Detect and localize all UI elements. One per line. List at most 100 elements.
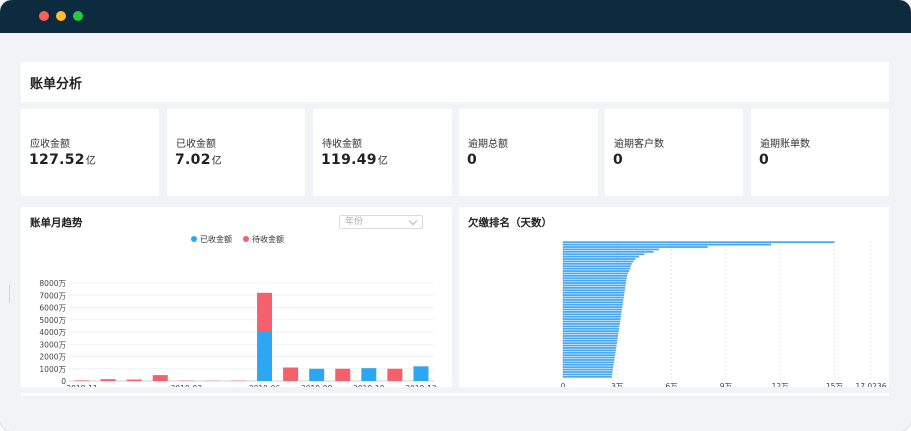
ranking-bar: [563, 291, 625, 294]
bar-pending: [126, 379, 142, 381]
kpi-value: 0: [759, 152, 770, 168]
y-tick-label: 1000万: [39, 365, 66, 374]
kpi-value: 127.52亿: [29, 152, 97, 168]
ranking-bar: [563, 335, 619, 337]
bar-pending: [387, 368, 403, 381]
kpi-card-overdue-total: 逾期总额 0: [459, 109, 598, 196]
ranking-bar: [563, 323, 620, 325]
bar-received: [257, 332, 273, 381]
bar-pending: [152, 375, 168, 381]
ranking-bar: [563, 243, 772, 246]
ranking-bar: [563, 277, 627, 280]
ranking-bar: [563, 313, 622, 316]
ranking-bar: [563, 327, 620, 330]
ranking-bar: [563, 267, 630, 270]
ranking-bar: [563, 311, 622, 313]
kpi-label: 逾期总额: [468, 139, 508, 150]
ranking-bar: [563, 330, 619, 333]
y-tick-label: 5000万: [39, 316, 66, 325]
ranking-bar: [563, 248, 659, 251]
y-tick-label: 6000万: [39, 304, 66, 313]
close-window-button[interactable]: [39, 11, 49, 21]
kpi-label: 已收金额: [176, 139, 216, 150]
ranking-bar: [563, 286, 626, 289]
ranking-bar: [563, 325, 620, 328]
bar-received: [309, 368, 325, 381]
page-title-bar: 账单分析: [21, 62, 889, 102]
trend-chart-panel: 账单月趋势 年份 已收金额 待收金额 0 1000万 2000万 3000万 4000万…: [21, 207, 452, 387]
ranking-bar: [563, 262, 632, 265]
ranking-bar: [563, 359, 615, 361]
ranking-bar: [563, 332, 619, 335]
y-tick-label: 7000万: [39, 291, 66, 300]
page-title: 账单分析: [30, 77, 83, 92]
kpi-card-overdue-customers: 逾期客户数 0: [605, 109, 743, 196]
maximize-window-button[interactable]: [73, 11, 83, 21]
ranking-bar: [563, 354, 616, 357]
x-tick-label: 15万: [826, 382, 844, 387]
app-window: 账单分析 应收金额 127.52亿 已收金额 7.02亿 待收金额 119.49…: [0, 0, 911, 431]
ranking-bar: [563, 347, 617, 349]
bottom-panel-edge: [21, 393, 889, 396]
kpi-card-received: 已收金额 7.02亿: [167, 109, 305, 196]
x-tick-label: 3万: [611, 382, 624, 387]
y-tick-label: 3000万: [39, 340, 66, 349]
ranking-bar: [563, 274, 628, 277]
bar-pending: [335, 368, 351, 381]
ranking-bar: [563, 253, 645, 256]
ranking-bar: [563, 320, 621, 323]
bar-pending: [74, 380, 90, 381]
minimize-window-button[interactable]: [56, 11, 66, 21]
ranking-bar: [563, 373, 613, 376]
ranking-bar: [563, 361, 615, 364]
ranking-bar: [563, 363, 614, 366]
ranking-bar: [563, 356, 615, 359]
kpi-label: 逾期客户数: [614, 139, 664, 150]
ranking-bar: [563, 315, 621, 318]
ranking-bar-chart: 0 3万 6万 9万 12万 15万 17.0236: [561, 241, 887, 387]
ranking-bar: [563, 279, 627, 282]
kpi-card-overdue-bills: 逾期账单数 0: [751, 109, 889, 196]
ranking-bar: [563, 351, 616, 354]
ranking-bar: [563, 284, 626, 287]
x-tick-label: 2019-03: [171, 384, 203, 387]
title-bar: [0, 0, 911, 33]
ranking-bar: [563, 260, 634, 263]
kpi-value: 7.02亿: [175, 152, 223, 168]
ranking-bar: [563, 265, 631, 268]
kpi-label: 待收金额: [322, 139, 362, 150]
x-tick-label: 2018-11: [66, 384, 98, 387]
x-tick-label: 17.0236: [855, 382, 886, 387]
kpi-value: 0: [467, 152, 478, 168]
trend-bar-chart: 01000万2000万3000万4000万5000万6000万7000万8000…: [39, 279, 437, 387]
x-tick-label: 2019-12: [405, 384, 437, 387]
ranking-chart-panel: 欠缴排名（天数） 0 3万 6万 9万 12万 15万 17.0236: [459, 207, 889, 387]
x-tick-label: 12万: [772, 382, 790, 387]
ranking-bar: [563, 298, 624, 301]
x-tick-label: 2019-10: [353, 384, 385, 387]
ranking-bar: [563, 318, 621, 321]
ranking-bar: [563, 272, 629, 275]
ranking-bar: [563, 250, 654, 253]
bar-received: [361, 368, 377, 381]
ranking-bar: [563, 349, 616, 352]
x-tick-label: 0: [561, 382, 566, 387]
ranking-bar: [563, 255, 639, 258]
ranking-bar: [563, 258, 636, 260]
ranking-bar: [563, 371, 613, 373]
x-tick-label: 6万: [665, 382, 678, 387]
ranking-bar: [563, 342, 617, 345]
ranking-bar: [563, 368, 613, 371]
y-tick-label: 8000万: [39, 279, 66, 288]
x-tick-label: 9万: [720, 382, 733, 387]
y-tick-label: 4000万: [39, 328, 66, 337]
x-tick-label: 2019-06: [249, 384, 281, 387]
kpi-card-pending: 待收金额 119.49亿: [313, 109, 452, 196]
bar-pending: [100, 379, 116, 381]
kpi-label: 逾期账单数: [760, 139, 810, 150]
ranking-bar: [563, 344, 617, 347]
ranking-bar: [563, 337, 618, 340]
dashboard-content: 账单分析 应收金额 127.52亿 已收金额 7.02亿 待收金额 119.49…: [0, 33, 911, 431]
ranking-bar: [563, 366, 614, 369]
ranking-bar: [563, 306, 623, 308]
